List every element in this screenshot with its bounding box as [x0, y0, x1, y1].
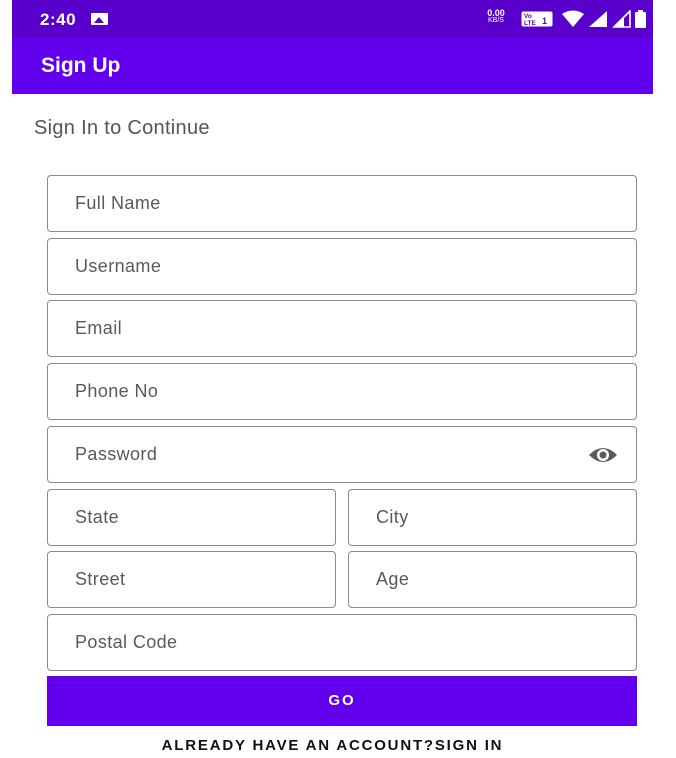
street-field	[47, 551, 336, 608]
wifi-icon	[562, 10, 584, 27]
battery-icon	[635, 10, 646, 28]
network-speed: 0.00 KB/S	[481, 9, 511, 25]
sign-in-link[interactable]: ALREADY HAVE AN ACCOUNT?SIGN IN	[12, 737, 653, 754]
age-input[interactable]	[376, 552, 623, 607]
app-bar: Sign Up	[12, 38, 653, 94]
eye-icon[interactable]	[588, 443, 618, 467]
app-screen: 2:40 0.00 KB/S Vo LTE 1 Sign Up Sign In …	[12, 0, 653, 758]
password-field	[47, 426, 637, 483]
subtitle: Sign In to Continue	[34, 117, 210, 139]
cell-signal-icon	[612, 10, 631, 28]
cell-signal-icon	[589, 11, 607, 27]
state-input[interactable]	[75, 490, 322, 545]
full-name-input[interactable]	[75, 176, 623, 231]
volte-icon: Vo LTE 1	[521, 11, 553, 27]
postal-code-field	[47, 614, 637, 671]
page-title: Sign Up	[41, 54, 121, 77]
network-speed-unit: KB/S	[488, 17, 504, 24]
svg-text:1: 1	[542, 16, 547, 26]
status-time: 2:40	[40, 10, 77, 29]
full-name-field	[47, 175, 637, 232]
postal-code-input[interactable]	[75, 615, 623, 670]
username-input[interactable]	[75, 239, 623, 294]
state-field	[47, 489, 336, 546]
phone-field	[47, 363, 637, 420]
password-input[interactable]	[75, 427, 573, 482]
image-notification-icon	[91, 13, 108, 25]
city-field	[348, 489, 637, 546]
username-field	[47, 238, 637, 295]
city-input[interactable]	[376, 490, 623, 545]
svg-text:LTE: LTE	[524, 20, 536, 27]
email-input[interactable]	[75, 301, 623, 356]
network-speed-value: 0.00	[487, 8, 505, 18]
go-button[interactable]: GO	[47, 676, 637, 726]
email-field	[47, 300, 637, 357]
status-bar: 2:40 0.00 KB/S Vo LTE 1	[12, 0, 653, 38]
age-field	[348, 551, 637, 608]
street-input[interactable]	[75, 552, 322, 607]
svg-text:Vo: Vo	[524, 13, 532, 20]
phone-input[interactable]	[75, 364, 623, 419]
